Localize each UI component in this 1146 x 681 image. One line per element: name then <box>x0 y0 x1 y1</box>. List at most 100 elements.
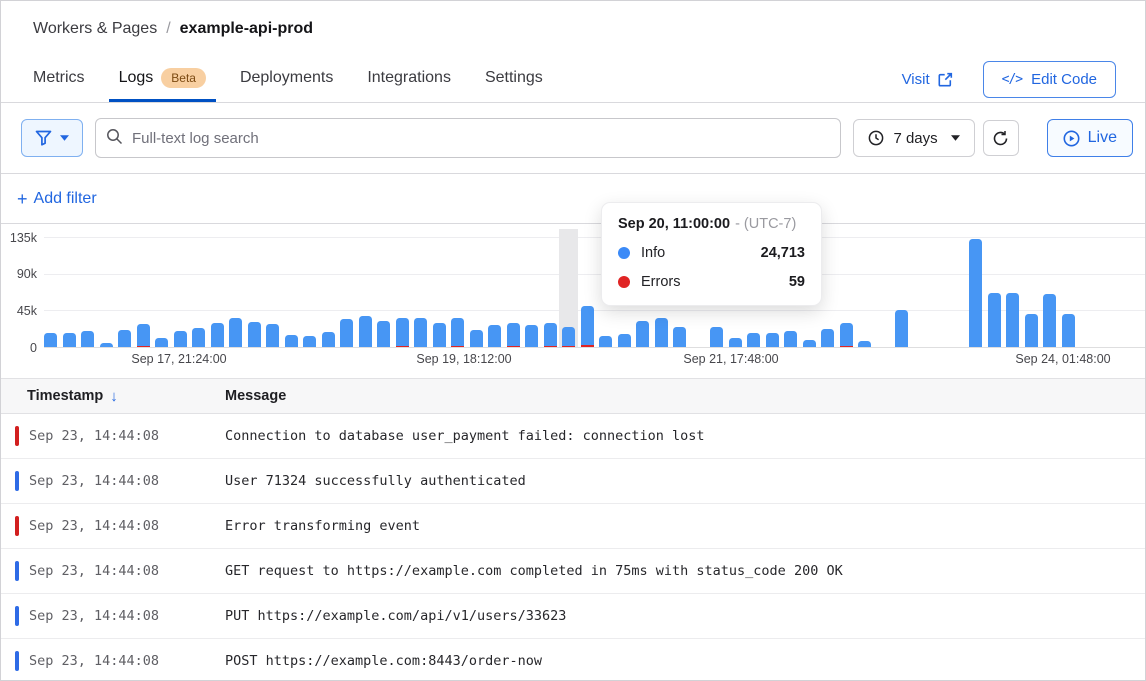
chart-bar[interactable] <box>507 323 520 347</box>
chart-bar[interactable] <box>303 336 316 347</box>
sort-descending-icon[interactable]: ↓ <box>110 388 118 405</box>
log-timestamp: Sep 23, 14:44:08 <box>29 473 225 489</box>
chart-bar[interactable] <box>118 330 131 347</box>
chart-bar[interactable] <box>562 327 575 347</box>
add-filter-row: + Add filter <box>1 174 1145 224</box>
funnel-icon <box>35 130 52 146</box>
chart-bar[interactable] <box>599 336 612 347</box>
chart-bar[interactable] <box>266 324 279 347</box>
table-row[interactable]: Sep 23, 14:44:08Error transforming event <box>1 504 1145 549</box>
chart-bar[interactable] <box>969 239 982 347</box>
severity-indicator-info <box>15 651 19 671</box>
chart-bar[interactable] <box>137 324 150 347</box>
external-link-icon <box>938 72 953 87</box>
visit-label: Visit <box>902 71 930 88</box>
chart-bar[interactable] <box>285 335 298 347</box>
tooltip-info-row: Info 24,713 <box>618 245 805 261</box>
severity-indicator-info <box>15 606 19 626</box>
tab-logs[interactable]: Logs Beta <box>109 56 216 102</box>
chart-bar[interactable] <box>803 340 816 347</box>
clock-icon <box>868 130 884 146</box>
chart-bar[interactable] <box>710 327 723 347</box>
timestamp-column-header[interactable]: Timestamp ↓ <box>1 388 225 405</box>
chart-bar[interactable] <box>581 306 594 347</box>
chart-bar[interactable] <box>377 321 390 347</box>
chart-bar[interactable] <box>636 321 649 347</box>
log-message: Error transforming event <box>225 518 420 534</box>
chart-bar-error-segment <box>562 346 575 348</box>
info-dot-icon <box>618 247 630 259</box>
breadcrumb-separator: / <box>166 20 170 38</box>
chart-bar[interactable] <box>895 310 908 347</box>
search-input[interactable] <box>95 118 841 158</box>
chart-bar[interactable] <box>63 333 76 347</box>
chart-bar[interactable] <box>470 330 483 347</box>
chart-bar[interactable] <box>618 334 631 347</box>
chart-bar[interactable] <box>451 318 464 347</box>
chart-bar[interactable] <box>1043 294 1056 347</box>
log-table-header: Timestamp ↓ Message <box>1 378 1145 414</box>
chart-bar[interactable] <box>44 333 57 347</box>
search-icon <box>106 128 123 145</box>
chart-bar[interactable] <box>359 316 372 347</box>
chart-bar[interactable] <box>784 331 797 347</box>
chart-plot-area <box>44 237 1145 347</box>
chart-bar[interactable] <box>525 325 538 347</box>
chart-bar[interactable] <box>821 329 834 347</box>
live-button[interactable]: Live <box>1047 119 1133 157</box>
tab-metrics[interactable]: Metrics <box>23 56 95 102</box>
tab-settings[interactable]: Settings <box>475 56 553 102</box>
severity-indicator-error <box>15 426 19 446</box>
chart-bar[interactable] <box>396 318 409 347</box>
chart-bar[interactable] <box>655 318 668 347</box>
tab-deployments[interactable]: Deployments <box>230 56 343 102</box>
log-timestamp: Sep 23, 14:44:08 <box>29 428 225 444</box>
chart-bar[interactable] <box>747 333 760 347</box>
chart-bar[interactable] <box>81 331 94 347</box>
tab-label: Logs <box>119 69 154 87</box>
topbar: Workers & Pages / example-api-prod <box>1 1 1145 56</box>
chart-bar[interactable] <box>211 323 224 347</box>
add-filter-label: Add filter <box>34 190 97 208</box>
chart-bar[interactable] <box>988 293 1001 347</box>
chart-bar[interactable] <box>100 343 113 347</box>
severity-indicator-info <box>15 471 19 491</box>
breadcrumb-root[interactable]: Workers & Pages <box>33 20 157 38</box>
chart-bar[interactable] <box>192 328 205 347</box>
chart-bar[interactable] <box>1062 314 1075 347</box>
chart-bar[interactable] <box>174 331 187 347</box>
chart-bar[interactable] <box>840 323 853 347</box>
chart-bar[interactable] <box>766 333 779 347</box>
chart-bar[interactable] <box>1025 314 1038 347</box>
table-row[interactable]: Sep 23, 14:44:08Connection to database u… <box>1 414 1145 459</box>
visit-link[interactable]: Visit <box>902 71 953 88</box>
table-row[interactable]: Sep 23, 14:44:08User 71324 successfully … <box>1 459 1145 504</box>
chart-bar[interactable] <box>544 323 557 347</box>
chart-bar[interactable] <box>155 338 168 347</box>
log-timestamp: Sep 23, 14:44:08 <box>29 563 225 579</box>
time-range-dropdown[interactable]: 7 days <box>853 119 974 157</box>
chart-bar[interactable] <box>248 322 261 347</box>
filter-dropdown-button[interactable] <box>21 119 83 157</box>
chart-bar[interactable] <box>414 318 427 347</box>
table-row[interactable]: Sep 23, 14:44:08GET request to https://e… <box>1 549 1145 594</box>
table-row[interactable]: Sep 23, 14:44:08PUT https://example.com/… <box>1 594 1145 639</box>
chart-bar[interactable] <box>488 325 501 347</box>
chart-bar[interactable] <box>729 338 742 347</box>
chart-bar[interactable] <box>433 323 446 347</box>
chart-bar[interactable] <box>673 327 686 347</box>
chart-bar[interactable] <box>1006 293 1019 347</box>
chart-bar[interactable] <box>340 319 353 347</box>
severity-indicator-info <box>15 561 19 581</box>
plus-icon: + <box>17 190 28 208</box>
table-row[interactable]: Sep 23, 14:44:08POST https://example.com… <box>1 639 1145 681</box>
beta-badge: Beta <box>161 68 206 88</box>
chart-bar[interactable] <box>858 341 871 347</box>
chart-bar[interactable] <box>229 318 242 347</box>
tab-label: Integrations <box>367 69 451 87</box>
add-filter-button[interactable]: + Add filter <box>17 190 97 208</box>
chart-bar[interactable] <box>322 332 335 347</box>
refresh-button[interactable] <box>983 120 1019 156</box>
edit-code-button[interactable]: </> Edit Code <box>983 61 1116 98</box>
tab-integrations[interactable]: Integrations <box>357 56 461 102</box>
